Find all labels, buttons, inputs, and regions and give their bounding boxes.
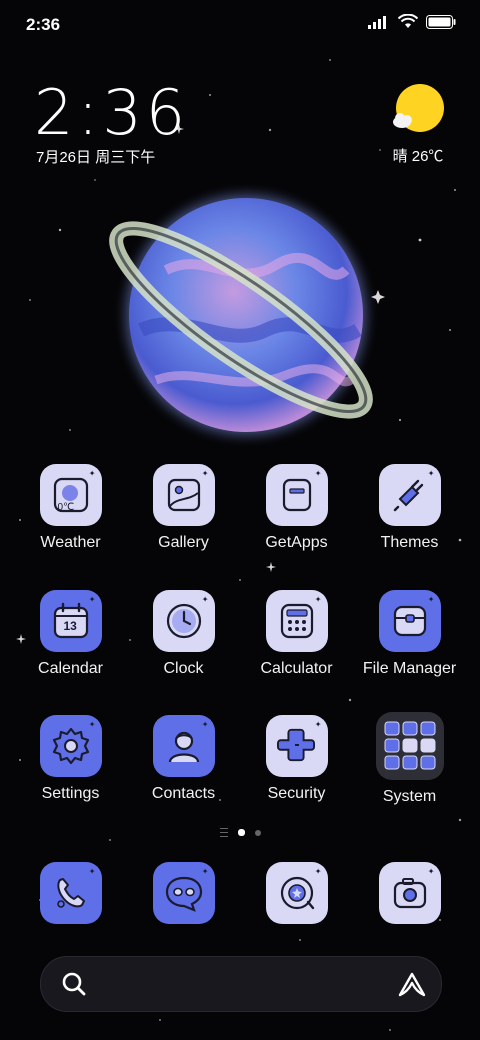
calculator-icon: ✦ — [265, 590, 328, 652]
getapps-icon: ✦ — [265, 464, 328, 526]
wifi-icon — [398, 14, 418, 28]
app-label: Security — [267, 785, 326, 802]
file-manager-icon: ✦ — [378, 590, 441, 652]
clock-widget-date: 7月26日 周三下午 — [36, 149, 156, 166]
app-label: Calculator — [260, 660, 333, 677]
dock-messages[interactable]: ✦ — [127, 862, 240, 924]
status-time: 2:36 — [26, 15, 61, 34]
folder-icon — [375, 712, 444, 780]
weather-icon-temp: 0℃ — [57, 502, 75, 513]
planet-wallpaper-image — [109, 195, 373, 435]
signal-icon — [368, 15, 386, 29]
themes-icon: ✦ — [378, 464, 441, 526]
app-calendar[interactable]: ✦ 13 Calendar — [14, 590, 127, 678]
app-label: Gallery — [158, 534, 209, 551]
browser-icon: ✦ — [265, 862, 328, 924]
clock-widget-time[interactable]: 2:36 — [34, 76, 189, 149]
camera-icon: ✦ — [378, 862, 441, 924]
app-settings[interactable]: ✦ Settings — [14, 715, 127, 803]
app-security[interactable]: ✦ Security — [240, 715, 353, 803]
app-label: Weather — [40, 534, 101, 551]
app-label: Contacts — [151, 785, 216, 802]
security-icon: ✦ — [265, 715, 328, 777]
app-folder-system[interactable]: System — [353, 712, 466, 806]
weather-widget[interactable]: 晴 26℃ — [388, 82, 448, 166]
app-calculator[interactable]: ✦ Calculator — [240, 590, 353, 678]
sun-cloud-icon — [393, 84, 444, 132]
app-themes[interactable]: ✦ Themes — [353, 464, 466, 552]
calendar-icon: ✦ 13 — [39, 590, 102, 652]
search-icon[interactable] — [61, 971, 87, 997]
app-label: Settings — [41, 785, 100, 802]
calendar-icon-day: 13 — [63, 619, 77, 633]
dock-browser[interactable]: ✦ — [240, 862, 353, 924]
status-bar: 2:36 — [0, 0, 480, 48]
contacts-icon: ✦ — [152, 715, 215, 777]
app-weather[interactable]: ✦ 0℃ Weather — [14, 464, 127, 552]
app-getapps[interactable]: ✦ GetApps — [240, 464, 353, 552]
dock-phone[interactable]: ✦ — [14, 862, 127, 924]
assistant-icon[interactable] — [397, 971, 427, 997]
app-label: Clock — [163, 660, 204, 677]
weather-widget-text: 晴 26℃ — [392, 148, 444, 165]
phone-icon: ✦ — [39, 862, 102, 924]
app-label: File Manager — [362, 660, 457, 677]
app-gallery[interactable]: ✦ Gallery — [127, 464, 240, 552]
gallery-icon: ✦ — [152, 464, 215, 526]
page-dot — [254, 829, 261, 836]
app-label: System — [382, 788, 437, 805]
clock-icon: ✦ — [152, 590, 215, 652]
messages-icon: ✦ — [152, 862, 215, 924]
weather-icon: ✦ 0℃ — [39, 464, 102, 526]
app-file-manager[interactable]: ✦ File Manager — [353, 590, 466, 678]
app-contacts[interactable]: ✦ Contacts — [127, 715, 240, 803]
search-bar[interactable] — [40, 956, 442, 1012]
page-dot-active — [237, 829, 245, 836]
battery-icon — [426, 14, 456, 29]
settings-icon: ✦ — [39, 715, 102, 777]
feed-indicator-icon — [219, 828, 228, 837]
app-label: Themes — [380, 534, 439, 551]
app-label: Calendar — [38, 660, 103, 677]
dock-camera[interactable]: ✦ — [353, 862, 466, 924]
app-label: GetApps — [265, 534, 328, 551]
page-indicator[interactable] — [0, 828, 480, 837]
app-clock[interactable]: ✦ Clock — [127, 590, 240, 678]
